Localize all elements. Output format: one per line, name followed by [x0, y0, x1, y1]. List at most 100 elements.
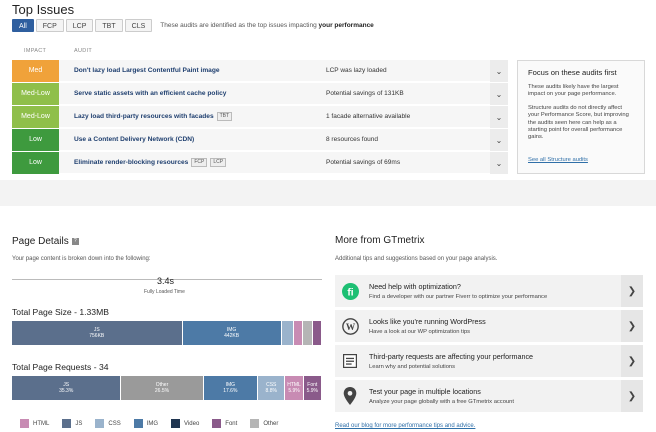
bar-segment [294, 321, 304, 345]
legend-swatch [133, 419, 143, 428]
focus-box: Focus on these audits first These audits… [517, 60, 645, 174]
legend-item: Other [250, 419, 278, 428]
segment-value: 442KB [224, 333, 240, 339]
audit-title[interactable]: Use a Content Delivery Network (CDN) [74, 136, 194, 143]
filter-description: These audits are identified as the top i… [160, 22, 374, 29]
focus-text-1: These audits likely have the largest imp… [528, 84, 619, 98]
card-title: Need help with optimization? [369, 282, 461, 291]
impact-badge: Low [12, 151, 59, 174]
segment-value: 17.6% [223, 388, 238, 394]
more-subtitle: Additional tips and suggestions based on… [335, 256, 498, 262]
page-details-subtitle: Your page content is broken down into th… [12, 256, 151, 262]
legend-label: JS [75, 420, 83, 427]
metric-tag: FCP [191, 158, 208, 167]
audit-value: Potential savings of 131KB [326, 90, 404, 97]
segment-value: 5.9% [288, 388, 300, 394]
col-impact-header: IMPACT [24, 48, 47, 54]
focus-text-2: Structure audits do not directly affect … [528, 104, 629, 141]
audit-title-text: Eliminate render-blocking resources [74, 159, 189, 166]
bar-segment: IMG 17.6% [203, 376, 259, 400]
document-icon [335, 345, 365, 377]
bar-segment: HTML 5.9% [285, 376, 304, 400]
audit-value: Potential savings of 69ms [326, 159, 401, 166]
filter-cls[interactable]: CLS [124, 19, 153, 32]
page-size-title: Total Page Size - 1.33MB [12, 307, 109, 317]
card-locations[interactable]: Test your page in multiple locations Anal… [335, 380, 643, 412]
svg-text:fi: fi [347, 287, 353, 298]
card-title: Test your page in multiple locations [369, 387, 481, 396]
bar-segment: IMG 442KB [182, 321, 282, 345]
audit-title-text: Don't lazy load Largest Contentful Paint… [74, 67, 220, 74]
fully-loaded-time: 3.4s [157, 276, 175, 286]
location-pin-icon [335, 380, 365, 412]
legend-label: Font [225, 420, 238, 427]
filter-bar: All FCP LCP TBT CLS These audits are ide… [12, 19, 374, 32]
page-details-title-text: Page Details [12, 236, 69, 247]
card-wordpress[interactable]: W Looks like you're running WordPress Hav… [335, 310, 643, 342]
chevron-down-icon[interactable]: ⌄ [490, 152, 508, 174]
chevron-down-icon[interactable]: ⌄ [490, 129, 508, 151]
chevron-right-icon: ❯ [621, 380, 643, 412]
impact-badge: Med [12, 59, 59, 82]
legend-swatch [212, 419, 222, 428]
bar-segment: JS 35.3% [12, 376, 122, 400]
card-fiverr[interactable]: fi Need help with optimization? Find a de… [335, 275, 643, 307]
card-desc: Analyze your page globally with a free G… [369, 399, 514, 405]
bar-segment: JS 756KB [12, 321, 183, 345]
bar-segment: Font 5.9% [303, 376, 322, 400]
legend-swatch [20, 419, 29, 428]
content-legend: HTML JS CSS IMG Video Font Other [20, 419, 291, 428]
metric-tag: TBT [216, 112, 233, 121]
audit-row[interactable]: Med-Low Serve static assets with an effic… [12, 82, 508, 105]
filter-tbt[interactable]: TBT [95, 19, 123, 32]
audit-title[interactable]: Eliminate render-blocking resources FCP LC… [74, 158, 227, 167]
help-icon[interactable]: ? [71, 237, 79, 245]
fully-loaded-label: Fully Loaded Time [144, 289, 185, 295]
audit-value: 1 facade alternative available [326, 113, 411, 120]
legend-swatch [171, 419, 181, 428]
segment-value: 8.8% [265, 388, 277, 394]
chevron-down-icon[interactable]: ⌄ [490, 60, 508, 82]
audit-title[interactable]: Don't lazy load Largest Contentful Paint… [74, 67, 220, 74]
audit-value: LCP was lazy loaded [326, 67, 387, 74]
legend-item: Video [171, 419, 199, 428]
chevron-right-icon: ❯ [621, 275, 643, 307]
top-issues-title: Top Issues [12, 2, 75, 17]
audit-row[interactable]: Low Use a Content Delivery Network (CDN) 8… [12, 128, 508, 151]
card-desc: Learn why and potential solutions [369, 364, 456, 370]
legend-item: Font [212, 419, 237, 428]
see-structure-audits-link[interactable]: See all Structure audits [528, 157, 588, 163]
filter-lcp[interactable]: LCP [65, 19, 94, 32]
metric-tag: LCP [210, 158, 227, 167]
legend-label: IMG [146, 420, 159, 427]
audit-row[interactable]: Med-Low Lazy load third-party resources w… [12, 105, 508, 128]
blog-link[interactable]: Read our blog for more performance tips … [335, 423, 475, 429]
card-third-party[interactable]: Third-party requests are affecting your … [335, 345, 643, 377]
audit-title-text: Lazy load third-party resources with fac… [74, 113, 214, 120]
legend-swatch [62, 419, 72, 428]
svg-text:W: W [345, 322, 355, 332]
audit-row[interactable]: Med Don't lazy load Largest Contentful Pa… [12, 59, 508, 82]
bar-segment: Other 26.5% [121, 376, 204, 400]
wordpress-icon: W [335, 310, 365, 342]
segment-value: 5.9% [306, 388, 318, 394]
legend-swatch [95, 419, 105, 428]
card-desc: Find a developer with our partner Fiverr… [369, 294, 548, 300]
filter-all[interactable]: All [12, 19, 34, 32]
card-title: Third-party requests are affecting your … [369, 352, 534, 361]
audit-row[interactable]: Low Eliminate render-blocking resources FC… [12, 151, 508, 174]
legend-label: CSS [108, 420, 121, 427]
audit-title[interactable]: Lazy load third-party resources with fac… [74, 112, 233, 121]
card-desc: Have a look at our WP optimization tips [369, 329, 471, 335]
top-issues-panel: Top Issues All FCP LCP TBT CLS These aud… [0, 0, 656, 180]
legend-item: HTML [20, 419, 49, 428]
filter-fcp[interactable]: FCP [35, 19, 64, 32]
card-title: Looks like you're running WordPress [369, 317, 486, 326]
chevron-down-icon[interactable]: ⌄ [490, 106, 508, 128]
chevron-down-icon[interactable]: ⌄ [490, 83, 508, 105]
audit-title[interactable]: Serve static assets with an efficient ca… [74, 90, 226, 97]
chevron-right-icon: ❯ [621, 345, 643, 377]
legend-label: Other [263, 420, 279, 427]
filter-desc-bold: your performance [318, 22, 374, 29]
bar-segment [281, 321, 295, 345]
